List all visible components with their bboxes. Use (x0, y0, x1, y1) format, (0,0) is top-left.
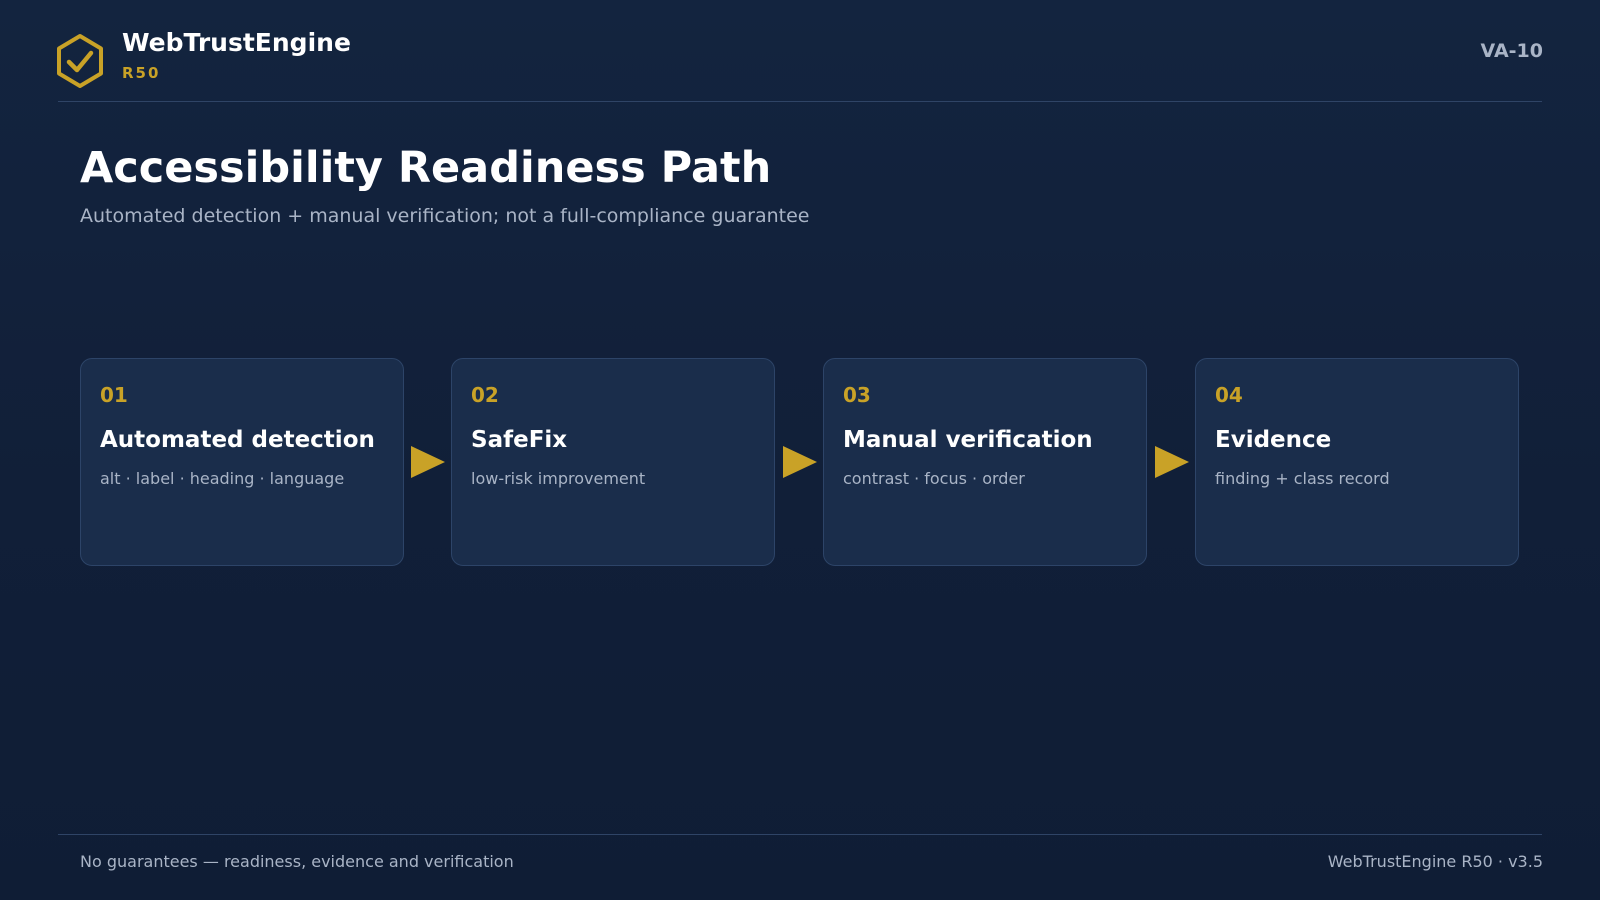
step-title: Evidence (1215, 427, 1332, 453)
footer-disclaimer: No guarantees — readiness, evidence and … (80, 852, 514, 871)
step-card-evidence: 04 Evidence finding + class record (1195, 358, 1519, 566)
brand-name: WebTrustEngine (122, 28, 351, 57)
step-card-automated-detection: 01 Automated detection alt · label · hea… (80, 358, 404, 566)
step-card-safefix: 02 SafeFix low-risk improvement (451, 358, 775, 566)
footer-version: WebTrustEngine R50 · v3.5 (1327, 852, 1543, 871)
step-description: contrast · focus · order (843, 469, 1025, 488)
brand-subtitle: R50 (122, 64, 161, 82)
slide-code: VA-10 (1480, 40, 1543, 62)
step-description: low-risk improvement (471, 469, 646, 488)
hexagon-check-icon (57, 34, 103, 88)
arrow-right-icon (1155, 446, 1189, 478)
step-number: 03 (843, 383, 871, 407)
step-number: 04 (1215, 383, 1243, 407)
step-number: 02 (471, 383, 499, 407)
header: WebTrustEngine R50 VA-10 (0, 0, 1600, 102)
step-title: SafeFix (471, 427, 568, 453)
step-number: 01 (100, 383, 128, 407)
step-description: finding + class record (1215, 469, 1390, 488)
page-title: Accessibility Readiness Path (80, 143, 772, 193)
footer-divider (58, 834, 1542, 835)
step-title: Automated detection (100, 427, 375, 453)
step-description: alt · label · heading · language (100, 469, 345, 488)
page-subtitle: Automated detection + manual verificatio… (80, 205, 810, 227)
arrow-right-icon (411, 446, 445, 478)
header-divider (58, 101, 1542, 102)
step-card-manual-verification: 03 Manual verification contrast · focus … (823, 358, 1147, 566)
step-title: Manual verification (843, 427, 1093, 453)
arrow-right-icon (783, 446, 817, 478)
